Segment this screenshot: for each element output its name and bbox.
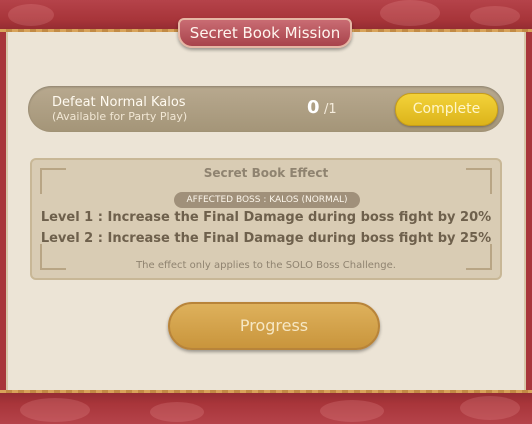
effect-note: The effect only applies to the SOLO Boss… <box>136 260 396 271</box>
complete-button[interactable]: Complete <box>395 93 498 126</box>
window-title: Secret Book Mission <box>178 18 352 48</box>
cloud-ornament <box>150 402 204 422</box>
effect-level-2: Level 2 : Increase the Final Damage duri… <box>40 231 492 246</box>
mission-progress-total: /1 <box>324 102 337 117</box>
cloud-ornament <box>20 398 90 422</box>
cloud-ornament <box>380 0 440 26</box>
cloud-ornament <box>8 4 54 26</box>
mission-name: Defeat Normal Kalos <box>52 95 186 110</box>
affected-boss-badge: AFFECTED BOSS : KALOS (NORMAL) <box>174 192 360 208</box>
effect-level-1: Level 1 : Increase the Final Damage duri… <box>40 210 492 225</box>
mission-row: Defeat Normal Kalos (Available for Party… <box>28 86 504 132</box>
mission-party-note: (Available for Party Play) <box>52 110 188 123</box>
cloud-ornament <box>320 400 384 422</box>
cloud-ornament <box>460 396 520 420</box>
effect-title: Secret Book Effect <box>203 166 329 180</box>
decorative-frame-bottom <box>0 390 532 424</box>
mission-progress-current: 0 <box>307 97 320 118</box>
cloud-ornament <box>470 6 520 26</box>
secret-book-effect-box: Secret Book Effect AFFECTED BOSS : KALOS… <box>30 158 502 280</box>
progress-button[interactable]: Progress <box>168 302 380 350</box>
